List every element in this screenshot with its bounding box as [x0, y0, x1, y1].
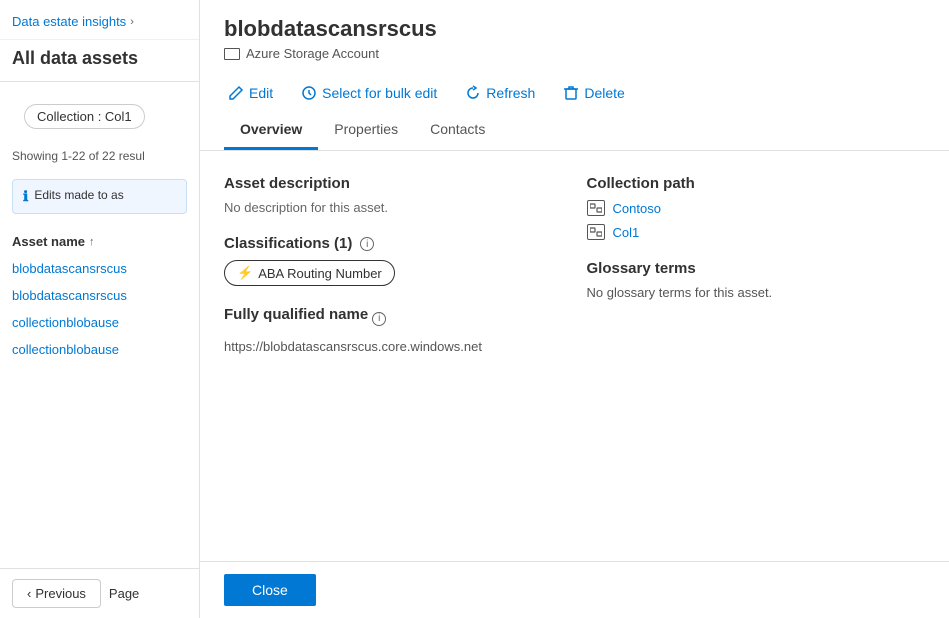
- bottom-bar: Close: [200, 561, 949, 618]
- page-label: Page: [109, 586, 139, 601]
- breadcrumb-link[interactable]: Data estate insights: [12, 14, 126, 29]
- pagination-bar: ‹ Previous Page: [0, 568, 199, 618]
- asset-type: Azure Storage Account: [224, 46, 925, 61]
- fq-name-value: https://blobdatascansrscus.core.windows.…: [224, 339, 563, 354]
- tabs: Overview Properties Contacts: [224, 111, 925, 150]
- toolbar: Edit Select for bulk edit Refresh: [224, 73, 925, 111]
- refresh-button[interactable]: Refresh: [461, 81, 539, 111]
- breadcrumb[interactable]: Data estate insights ›: [0, 0, 199, 40]
- bulk-edit-icon: [301, 85, 317, 101]
- tab-contacts[interactable]: Contacts: [414, 111, 501, 150]
- tab-properties[interactable]: Properties: [318, 111, 414, 150]
- asset-list: blobdatascansrscus blobdatascansrscus co…: [0, 255, 199, 363]
- classifications-title: Classifications (1): [224, 235, 352, 252]
- collection-node-icon: [587, 200, 605, 216]
- tab-overview[interactable]: Overview: [224, 111, 318, 150]
- node-icon: [590, 227, 602, 237]
- bulk-edit-button[interactable]: Select for bulk edit: [297, 81, 441, 111]
- list-item[interactable]: blobdatascansrscus: [0, 255, 199, 282]
- info-icon: ℹ: [23, 188, 28, 205]
- fq-name-info-icon: i: [372, 312, 386, 326]
- right-panel: blobdatascansrscus Azure Storage Account…: [200, 0, 949, 618]
- previous-button[interactable]: ‹ Previous: [12, 579, 101, 608]
- info-banner-text: Edits made to as: [34, 188, 123, 202]
- asset-title: blobdatascansrscus: [224, 16, 925, 42]
- breadcrumb-chevron-icon: ›: [130, 16, 134, 28]
- bolt-icon: ⚡: [237, 265, 253, 281]
- asset-description-value: No description for this asset.: [224, 200, 563, 215]
- list-item[interactable]: collectionblobause: [0, 309, 199, 336]
- collection-filter[interactable]: Collection : Col1: [24, 104, 145, 129]
- close-button[interactable]: Close: [224, 574, 316, 606]
- content-left: Asset description No description for thi…: [224, 175, 563, 481]
- previous-chevron-icon: ‹: [27, 586, 31, 601]
- showing-count: Showing 1-22 of 22 resul: [0, 141, 199, 171]
- node-icon: [590, 203, 602, 213]
- collection-item-col1: Col1: [587, 224, 926, 240]
- info-banner: ℹ Edits made to as: [12, 179, 187, 214]
- collection-link-col1[interactable]: Col1: [613, 225, 640, 240]
- asset-header: blobdatascansrscus Azure Storage Account…: [200, 0, 949, 151]
- glossary-terms-title: Glossary terms: [587, 260, 926, 277]
- classifications-info-icon: i: [360, 237, 374, 251]
- glossary-terms-value: No glossary terms for this asset.: [587, 285, 926, 300]
- left-panel: Data estate insights › All data assets C…: [0, 0, 200, 618]
- refresh-icon: [465, 85, 481, 101]
- page-title: All data assets: [0, 40, 199, 82]
- asset-type-label: Azure Storage Account: [246, 46, 379, 61]
- collection-node-icon: [587, 224, 605, 240]
- asset-list-header: Asset name ↑: [0, 222, 199, 255]
- sort-icon[interactable]: ↑: [89, 236, 95, 248]
- collection-path-title: Collection path: [587, 175, 926, 192]
- collection-path-items: Contoso Col1: [587, 200, 926, 240]
- classification-tag: ⚡ ABA Routing Number: [224, 260, 395, 286]
- edit-button[interactable]: Edit: [224, 81, 277, 111]
- list-item[interactable]: collectionblobause: [0, 336, 199, 363]
- collection-item-contoso: Contoso: [587, 200, 926, 216]
- storage-icon: [224, 48, 240, 60]
- asset-name-column-label: Asset name: [12, 234, 85, 249]
- delete-button[interactable]: Delete: [559, 81, 628, 111]
- list-item[interactable]: blobdatascansrscus: [0, 282, 199, 309]
- overview-content: Asset description No description for thi…: [200, 151, 949, 561]
- delete-icon: [563, 85, 579, 101]
- classification-tag-label: ABA Routing Number: [258, 266, 382, 281]
- asset-description-title: Asset description: [224, 175, 563, 192]
- collection-link-contoso[interactable]: Contoso: [613, 201, 661, 216]
- edit-icon: [228, 85, 244, 101]
- content-right: Collection path Contoso: [587, 175, 926, 481]
- fq-name-title: Fully qualified name: [224, 306, 368, 323]
